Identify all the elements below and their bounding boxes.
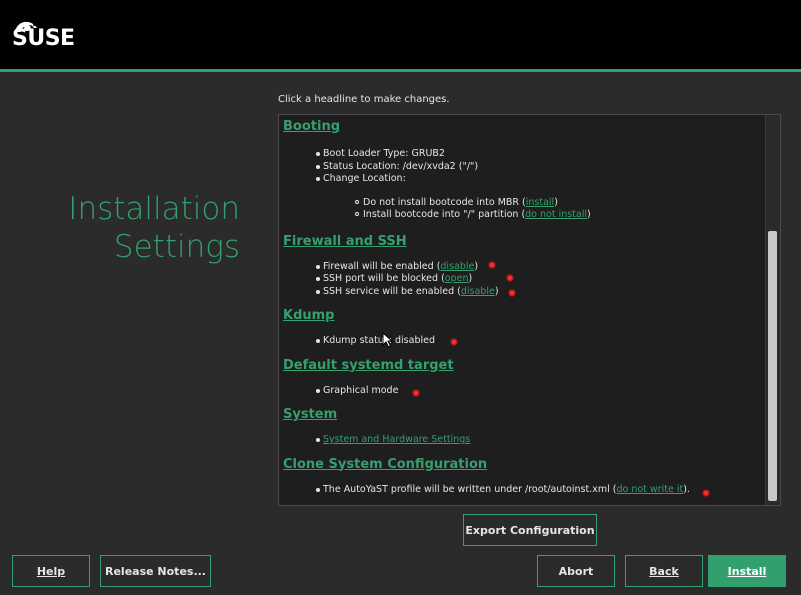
firewall-disable-link[interactable]: disable [440, 261, 474, 272]
system-hardware-settings-link[interactable]: System and Hardware Settings [323, 434, 470, 445]
install-link[interactable]: install [526, 197, 554, 208]
systemd-list: Graphical mode [283, 385, 763, 398]
export-configuration-button[interactable]: Export Configuration [463, 514, 597, 546]
page-title-line2: Settings [113, 229, 240, 265]
highlight-dot [506, 274, 514, 282]
back-button[interactable]: Back [625, 555, 703, 587]
item-text: Firewall will be enabled ( [323, 260, 441, 272]
settings-content: Booting Boot Loader Type: GRUB2 Status L… [283, 119, 763, 496]
abort-button[interactable]: Abort [537, 555, 615, 587]
section-booting-heading[interactable]: Booting [283, 119, 763, 134]
list-item: Status Location: /dev/xvda2 ("/") [283, 161, 763, 174]
item-tail: ) [554, 196, 558, 208]
back-label: Back [649, 564, 679, 578]
item-text: Install bootcode into "/" partition ( [363, 209, 526, 220]
page-title-line1: Installation [68, 191, 240, 227]
list-item: Install bootcode into "/" partition (do … [283, 209, 763, 222]
item-text: SSH port will be blocked ( [323, 273, 445, 284]
export-configuration-label: Export Configuration [465, 523, 595, 537]
system-list: System and Hardware Settings [283, 434, 763, 447]
suse-logo: SUSE [12, 26, 75, 51]
item-tail: ) [494, 285, 499, 297]
highlight-dot [450, 338, 458, 346]
list-item: SSH service will be enabled (disable) [283, 286, 763, 299]
install-label: Install [727, 564, 767, 578]
firewall-list: Firewall will be enabled (disable) SSH p… [283, 261, 763, 299]
header-bar: SUSE [0, 0, 801, 69]
help-label: Help [36, 564, 66, 578]
section-clone-heading[interactable]: Clone System Configuration [283, 457, 763, 472]
highlight-dot [508, 289, 516, 297]
booting-sublist: Do not install bootcode into MBR (instal… [283, 197, 763, 222]
section-system-heading[interactable]: System [283, 407, 763, 422]
vertical-scrollbar[interactable] [765, 115, 780, 505]
scrollbar-thumb[interactable] [768, 231, 777, 501]
item-text: The AutoYaST profile will be written und… [323, 483, 617, 495]
hint-text: Click a headline to make changes. [278, 94, 450, 105]
clone-list: The AutoYaST profile will be written und… [283, 484, 763, 497]
list-item: SSH port will be blocked (open) [283, 273, 763, 286]
section-systemd-heading[interactable]: Default systemd target [283, 358, 763, 373]
highlight-dot [488, 261, 496, 269]
list-item: Firewall will be enabled (disable) [283, 261, 763, 274]
booting-list: Boot Loader Type: GRUB2 Status Location:… [283, 148, 763, 186]
item-text: Do not install bootcode into MBR ( [363, 196, 526, 208]
item-tail: ) [587, 209, 591, 220]
abort-label: Abort [558, 564, 594, 578]
item-tail: ) [468, 273, 473, 284]
mouse-pointer-icon [382, 332, 394, 348]
item-tail: ) [474, 260, 479, 272]
highlight-dot [412, 389, 420, 397]
item-text: SSH service will be enabled ( [323, 285, 461, 297]
page-title: Installation Settings [40, 190, 240, 266]
list-item: Boot Loader Type: GRUB2 [283, 148, 763, 161]
list-item: Graphical mode [283, 385, 763, 398]
ssh-port-open-link[interactable]: open [445, 273, 469, 284]
section-kdump-heading[interactable]: Kdump [283, 308, 763, 323]
ssh-service-disable-link[interactable]: disable [461, 286, 495, 297]
list-item: Do not install bootcode into MBR (instal… [283, 197, 763, 210]
list-item: The AutoYaST profile will be written und… [283, 484, 763, 497]
item-tail: ). [683, 483, 690, 495]
do-not-install-link[interactable]: do not install [525, 209, 587, 220]
highlight-dot [702, 489, 710, 497]
list-item: Kdump status: disabled [283, 335, 763, 348]
kdump-list: Kdump status: disabled [283, 335, 763, 348]
list-item: System and Hardware Settings [283, 434, 763, 447]
help-button[interactable]: Help [12, 555, 90, 587]
settings-panel: Booting Boot Loader Type: GRUB2 Status L… [278, 114, 781, 506]
release-notes-button[interactable]: Release Notes... [100, 555, 211, 587]
header-accent-line [0, 69, 801, 72]
list-item: Change Location: [283, 173, 763, 186]
install-button[interactable]: Install [708, 555, 786, 587]
release-notes-label: Release Notes... [105, 564, 206, 578]
do-not-write-it-link[interactable]: do not write it [616, 484, 683, 495]
section-firewall-heading[interactable]: Firewall and SSH [283, 234, 763, 249]
